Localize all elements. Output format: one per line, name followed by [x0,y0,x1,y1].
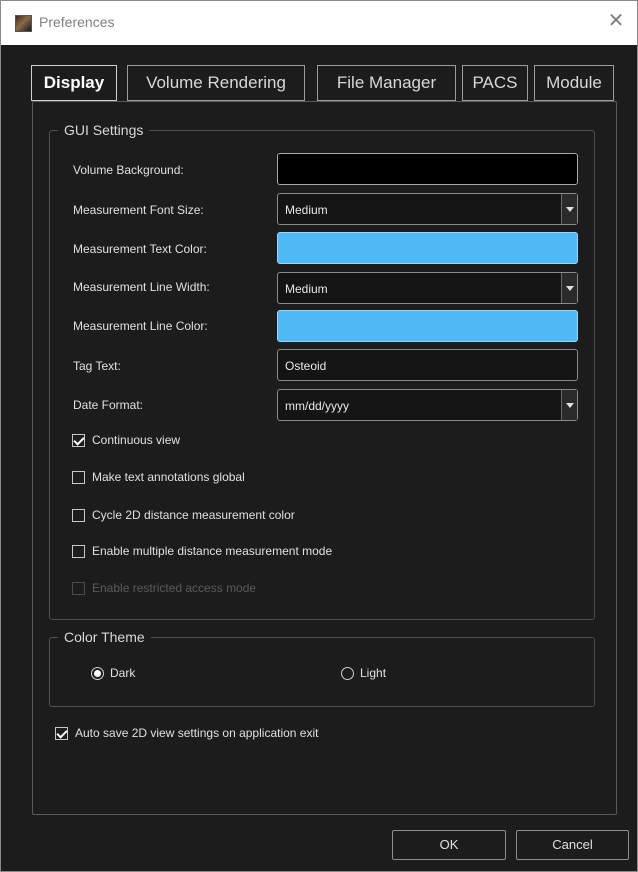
radio-icon[interactable] [341,667,354,680]
checkbox-icon[interactable] [72,509,85,522]
gui-settings-legend: GUI Settings [64,122,144,138]
line-width-value: Medium [285,282,328,296]
preferences-dialog: Preferences ✕ Display Volume Rendering F… [0,0,638,872]
window-title: Preferences [39,14,115,30]
ok-button[interactable]: OK [392,830,506,860]
radio-selected-icon[interactable] [91,667,104,680]
title-bar[interactable]: Preferences ✕ [1,1,637,45]
checkbox-checked-icon[interactable] [55,727,68,740]
tab-volume-rendering[interactable]: Volume Rendering [127,65,305,101]
tag-text-value: Osteoid [285,359,327,373]
checkbox-checked-icon[interactable] [72,434,85,447]
volume-background-label: Volume Background: [73,163,184,177]
volume-background-color-picker[interactable] [277,153,578,185]
close-icon[interactable]: ✕ [605,11,627,33]
cycle-distance-color-label: Cycle 2D distance measurement color [92,508,295,522]
checkbox-icon[interactable] [72,471,85,484]
global-annotations-label: Make text annotations global [92,470,245,484]
tag-text-label: Tag Text: [73,359,121,373]
date-format-select[interactable]: mm/dd/yyyy [277,389,578,421]
date-format-value: mm/dd/yyyy [285,399,350,413]
tab-display[interactable]: Display [31,65,117,101]
font-size-value: Medium [285,203,328,217]
theme-dark-label: Dark [110,666,136,680]
app-logo-icon [15,15,32,32]
checkbox-icon[interactable] [72,545,85,558]
color-theme-legend: Color Theme [64,629,145,645]
checkbox-icon [72,582,85,595]
date-format-label: Date Format: [73,398,144,412]
auto-save-label: Auto save 2D view settings on applicatio… [75,726,319,740]
chevron-down-icon[interactable] [561,194,577,224]
font-size-select[interactable]: Medium [277,193,578,225]
line-width-label: Measurement Line Width: [73,280,210,294]
restricted-access-label: Enable restricted access mode [92,581,257,595]
chevron-down-icon[interactable] [561,273,577,303]
tab-pacs[interactable]: PACS [462,65,528,101]
multiple-distance-mode-label: Enable multiple distance measurement mod… [92,544,333,558]
theme-light-label: Light [360,666,387,680]
line-color-label: Measurement Line Color: [73,319,208,333]
continuous-view-label: Continuous view [92,433,181,447]
tab-file-manager[interactable]: File Manager [317,65,456,101]
text-color-label: Measurement Text Color: [73,242,207,256]
chevron-down-icon[interactable] [561,390,577,420]
cancel-button[interactable]: Cancel [516,830,629,860]
tab-module[interactable]: Module [534,65,614,101]
display-tab-panel: GUI Settings Volume Background: Measurem… [32,101,617,815]
text-color-picker[interactable] [277,232,578,264]
line-width-select[interactable]: Medium [277,272,578,304]
font-size-label: Measurement Font Size: [73,203,204,217]
line-color-picker[interactable] [277,310,578,342]
tag-text-input[interactable]: Osteoid [277,349,578,381]
